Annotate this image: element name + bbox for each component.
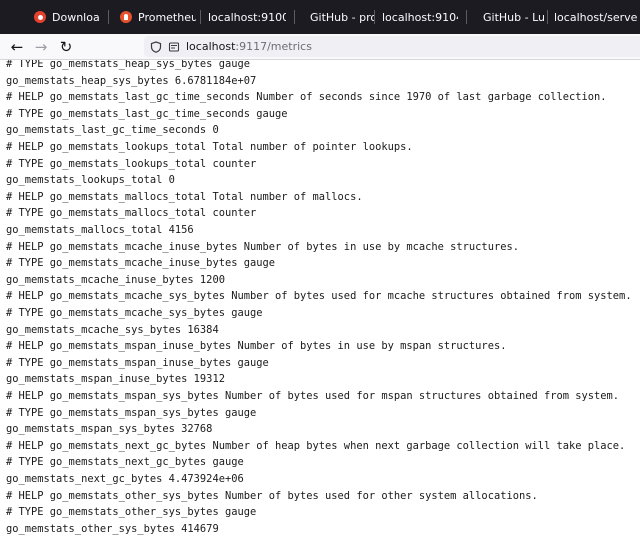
metrics-line: go_memstats_mcache_sys_bytes 16384 [6,323,219,336]
metrics-line: go_memstats_last_gc_time_seconds 0 [6,124,219,137]
metrics-line: go_memstats_mspan_sys_bytes 32768 [6,423,213,436]
tab-separator [200,10,201,24]
url-host: localhost [186,40,236,53]
metrics-line: # TYPE go_memstats_mcache_inuse_bytes ga… [6,257,275,270]
metrics-line: # HELP go_memstats_mspan_inuse_bytes Num… [6,340,507,353]
metrics-line: # HELP go_memstats_next_gc_bytes Number … [6,439,626,452]
metrics-page: # TYPE go_memstats_heap_sys_bytes gauge … [0,60,640,541]
tab-separator [374,10,375,24]
tab-separator [547,10,548,24]
tab-separator [466,10,467,24]
tab-label: localhost:9100/ [208,10,286,24]
metrics-line: go_memstats_other_sys_bytes 414679 [6,522,219,535]
metrics-line: go_memstats_lookups_total 0 [6,174,175,187]
metrics-line: go_memstats_mcache_inuse_bytes 1200 [6,273,225,286]
metrics-line: # TYPE go_memstats_last_gc_time_seconds … [6,107,288,120]
metrics-line: # HELP go_memstats_last_gc_time_seconds … [6,91,607,104]
tab-separator [294,10,295,24]
metrics-line: # TYPE go_memstats_lookups_total counter [6,157,257,170]
tab-label: localhost/serve [554,10,638,24]
metrics-line: go_memstats_mallocs_total 4156 [6,224,194,236]
firefox-icon [34,11,46,23]
tab-label: GitHub - pro [310,10,374,24]
tab-prometheus[interactable]: Prometheus [120,4,196,30]
metrics-line: # HELP go_memstats_mspan_sys_bytes Numbe… [6,390,620,402]
metrics-line: # HELP go_memstats_lookups_total Total n… [6,141,413,153]
metrics-line: # TYPE go_memstats_mspan_sys_bytes gauge [6,406,257,419]
tab-label: GitHub - Lus [483,10,545,24]
tab-bar: Download | Prometheus localhost:9100/ Gi… [0,0,640,34]
back-arrow-icon: ← [10,37,24,56]
metrics-line: # TYPE go_memstats_other_sys_bytes gauge [6,506,257,519]
metrics-line: # HELP go_memstats_mcache_inuse_bytes Nu… [6,240,519,253]
metrics-line: # TYPE go_memstats_mspan_inuse_bytes gau… [6,356,269,369]
prometheus-icon [120,11,132,23]
shield-icon[interactable] [150,40,162,53]
metrics-line: go_memstats_heap_sys_bytes 6.6781184e+07 [6,74,257,87]
metrics-line: go_memstats_mspan_inuse_bytes 19312 [6,373,225,386]
page-info-icon[interactable] [168,41,180,53]
metrics-line: # TYPE go_memstats_heap_sys_bytes gauge [6,60,250,70]
metrics-line: go_memstats_next_gc_bytes 4.473924e+06 [6,473,244,485]
address-bar[interactable]: localhost:9117/metrics [144,36,640,57]
tab-label: localhost:9104/ [382,10,458,24]
tab-localhost-9100[interactable]: localhost:9100/ [208,4,286,30]
reload-button[interactable]: ↻ [55,34,77,59]
forward-button[interactable]: → [30,34,52,59]
tab-download[interactable]: Download | [34,4,100,30]
metrics-line: # HELP go_memstats_other_sys_bytes Numbe… [6,489,538,502]
metrics-line: # TYPE go_memstats_mcache_sys_bytes gaug… [6,307,263,319]
tab-separator [108,10,109,24]
tab-github-pro[interactable]: GitHub - pro [310,4,374,30]
forward-arrow-icon: → [34,37,48,56]
tab-localhost-server[interactable]: localhost/serve [554,4,640,30]
navigation-toolbar: ← → ↻ localhost:9117/metrics [0,34,640,60]
metrics-line: # HELP go_memstats_mallocs_total Total n… [6,190,363,203]
url-path: :9117/metrics [235,40,312,53]
metrics-line: # TYPE go_memstats_mallocs_total counter [6,207,257,220]
metrics-line: # HELP go_memstats_mcache_sys_bytes Numb… [6,290,632,303]
tab-github-lus[interactable]: GitHub - Lus [483,4,545,30]
reload-icon: ↻ [59,37,73,56]
tab-label: Download | [52,10,100,24]
tab-localhost-9104[interactable]: localhost:9104/ [382,4,458,30]
tab-label: Prometheus [138,10,196,24]
metrics-line: # TYPE go_memstats_next_gc_bytes gauge [6,456,244,469]
back-button[interactable]: ← [6,34,28,59]
url-text[interactable]: localhost:9117/metrics [186,40,312,53]
